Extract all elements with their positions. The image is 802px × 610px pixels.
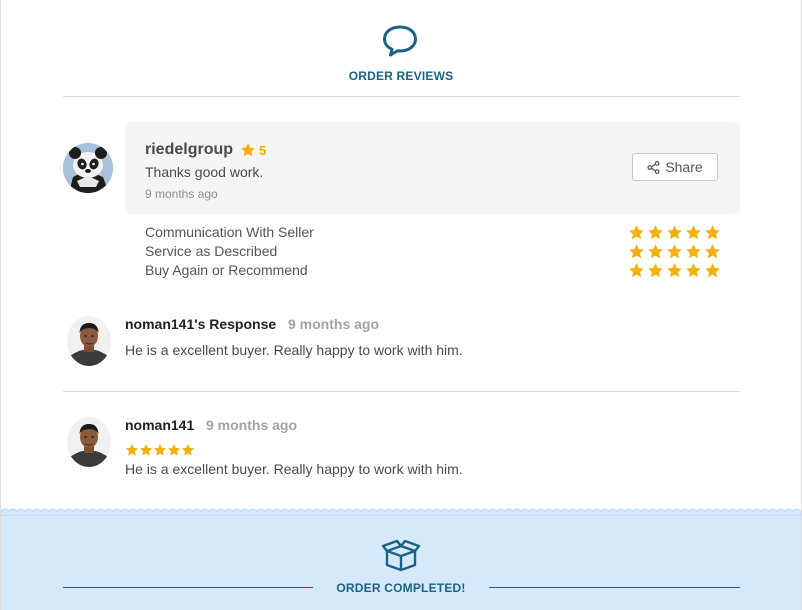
rating-value: 5 — [259, 142, 267, 158]
panda-avatar — [63, 143, 113, 193]
share-label: Share — [665, 159, 703, 175]
star-icon — [241, 143, 255, 157]
star-icon — [667, 263, 682, 278]
response-text: He is a excellent buyer. Really happy to… — [125, 342, 463, 358]
person-avatar — [67, 417, 111, 467]
section-title: ORDER REVIEWS — [348, 69, 454, 83]
star-icon — [629, 244, 644, 259]
reviewer-username[interactable]: riedelgroup — [145, 141, 233, 159]
response-author[interactable]: noman141's Response — [125, 316, 276, 332]
star-icon — [167, 444, 181, 456]
star-icon — [648, 263, 663, 278]
star-icon — [153, 444, 167, 456]
order-page: ORDER REVIEWS riedelgroup 5 Thanks good … — [0, 0, 802, 610]
seller-review-text: He is a excellent buyer. Really happy to… — [125, 461, 463, 477]
reviewer-avatar[interactable] — [63, 143, 113, 193]
seller-review-stars — [125, 443, 195, 457]
criteria-label: Communication With Seller — [145, 224, 314, 240]
review-card: riedelgroup 5 Thanks good work. 9 months… — [125, 122, 740, 214]
seller-review-author[interactable]: noman141 — [125, 417, 194, 433]
seller-review-time: 9 months ago — [206, 417, 298, 433]
star-icon — [705, 263, 720, 278]
star-icon — [705, 225, 720, 240]
star-icon — [181, 444, 195, 456]
star-icon — [686, 244, 701, 259]
criteria-stars — [628, 243, 721, 260]
share-icon — [647, 160, 660, 174]
divider — [63, 391, 740, 392]
review-rating: 5 — [240, 142, 266, 158]
star-icon — [667, 225, 682, 240]
criteria-label: Buy Again or Recommend — [145, 262, 308, 278]
star-icon — [139, 444, 153, 456]
star-icon — [125, 444, 139, 456]
share-button[interactable]: Share — [632, 153, 718, 181]
criteria-stars — [628, 262, 721, 279]
star-icon — [686, 263, 701, 278]
response-time: 9 months ago — [288, 316, 380, 332]
star-icon — [667, 244, 682, 259]
star-icon — [648, 244, 663, 259]
wave-edge — [1, 508, 801, 516]
star-icon — [705, 244, 720, 259]
star-icon — [648, 225, 663, 240]
order-completed-title: ORDER COMPLETED! — [336, 581, 466, 595]
star-icon — [629, 263, 644, 278]
person-avatar — [67, 316, 111, 366]
star-icon — [629, 225, 644, 240]
review-text: Thanks good work. — [145, 164, 264, 180]
open-box-icon — [381, 539, 421, 572]
speech-bubble-icon — [383, 25, 417, 57]
criteria-label: Service as Described — [145, 243, 278, 259]
review-time: 9 months ago — [145, 187, 218, 201]
star-icon — [686, 225, 701, 240]
seller-avatar[interactable] — [67, 316, 111, 366]
criteria-stars — [628, 224, 721, 241]
divider — [63, 96, 740, 97]
seller-avatar[interactable] — [67, 417, 111, 467]
